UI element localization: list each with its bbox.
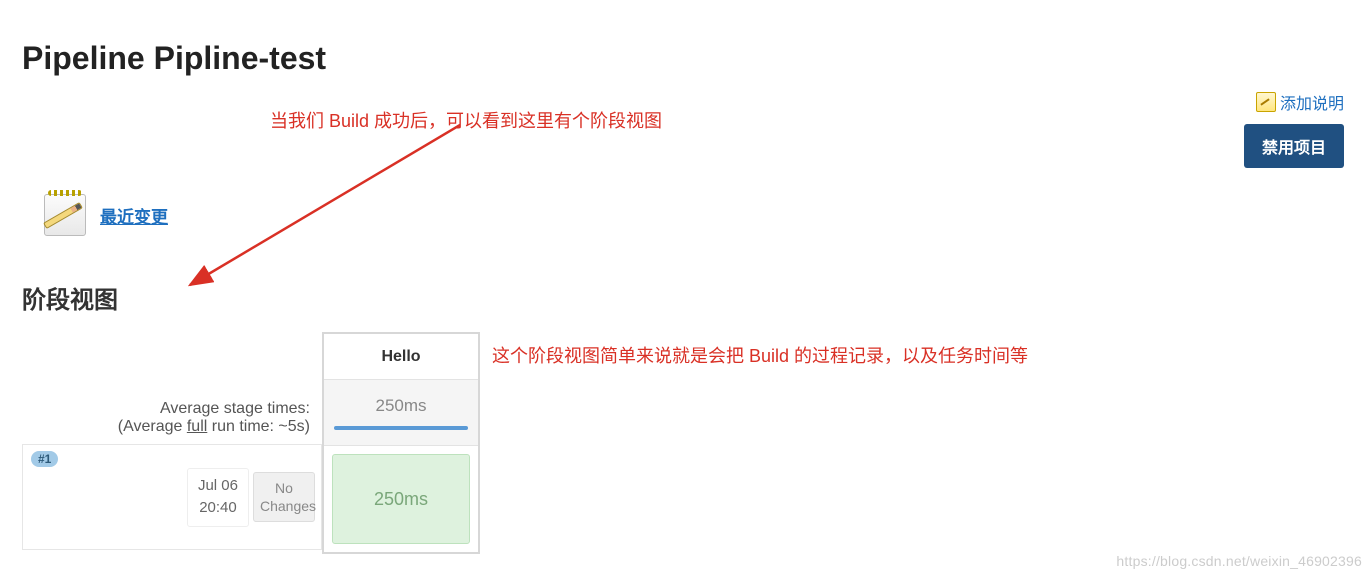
build-changes-box[interactable]: No Changes xyxy=(253,472,315,522)
avg-stage-times-label: Average stage times: xyxy=(160,400,310,418)
build-changes-line2: Changes xyxy=(260,497,308,515)
build-date-box: Jul 06 20:40 xyxy=(187,468,249,527)
build-changes-line1: No xyxy=(260,479,308,497)
stage-avg-bar xyxy=(334,426,468,430)
annotation-build-success: 当我们 Build 成功后，可以看到这里有个阶段视图 xyxy=(270,107,662,133)
build-time: 20:40 xyxy=(198,497,238,520)
note-icon xyxy=(1256,92,1276,112)
build-row[interactable]: #1 Jul 06 20:40 No Changes xyxy=(22,444,322,550)
stage-view-heading: 阶段视图 xyxy=(22,280,118,315)
add-description-link[interactable]: 添加说明 xyxy=(1256,90,1344,114)
build-badge[interactable]: #1 xyxy=(31,451,58,467)
annotation-stageview-desc: 这个阶段视图简单来说就是会把 Build 的过程记录，以及任务时间等 xyxy=(492,342,1028,368)
notepad-icon xyxy=(40,190,90,240)
stage-avg-cell: 250ms xyxy=(324,380,478,446)
disable-project-button[interactable]: 禁用项目 xyxy=(1244,124,1344,168)
stage-avg-value: 250ms xyxy=(375,396,426,416)
stage-avg-header: Average stage times: (Average full run t… xyxy=(22,332,322,444)
stage-column-hello: Hello 250ms 250ms xyxy=(322,332,480,554)
watermark: https://blog.csdn.net/weixin_46902396 xyxy=(1116,553,1362,569)
stage-build-cell[interactable]: 250ms xyxy=(324,446,478,552)
stage-build-duration: 250ms xyxy=(332,454,470,544)
page-title: Pipeline Pipline-test xyxy=(0,0,1372,77)
add-description-label: 添加说明 xyxy=(1280,90,1344,114)
recent-changes: 最近变更 xyxy=(40,190,168,240)
annotation-arrow xyxy=(180,115,480,295)
recent-changes-link[interactable]: 最近变更 xyxy=(100,203,168,228)
avg-full-runtime-label: (Average full run time: ~5s) xyxy=(118,418,310,436)
build-date: Jul 06 xyxy=(198,475,238,498)
stage-view-table: Average stage times: (Average full run t… xyxy=(22,332,480,554)
stage-name-header: Hello xyxy=(324,334,478,380)
